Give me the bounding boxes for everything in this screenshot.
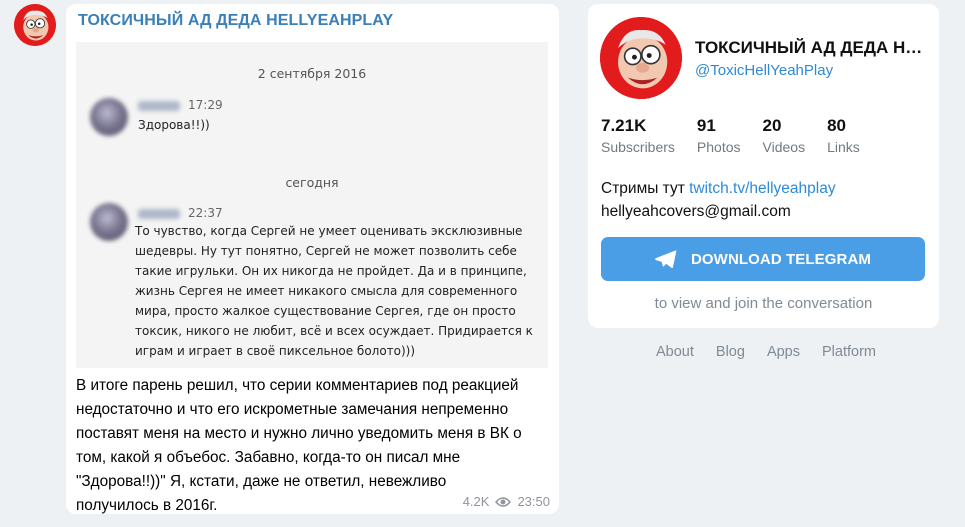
message-line: мира, просто жалкое существование Сергея… xyxy=(135,304,516,318)
message-line: шедевры. Ну тут понятно, Сергей не может… xyxy=(135,244,517,258)
stat-subscribers: 7.21K Subscribers xyxy=(601,116,675,158)
blurred-username xyxy=(138,209,180,219)
stat-links: 80 Links xyxy=(827,116,860,158)
footer-link-apps[interactable]: Apps xyxy=(767,344,800,360)
join-hint: to view and join the conversation xyxy=(654,295,873,312)
eye-icon xyxy=(495,496,512,507)
stat-label: Links xyxy=(827,139,860,155)
message-time: 22:37 xyxy=(188,206,223,220)
date-separator: 2 сентября 2016 xyxy=(257,66,367,81)
post-line: "Здорова!!))" Я, кстати, даже не ответил… xyxy=(76,473,447,490)
channel-description: Стримы тут twitch.tv/hellyeahplay hellye… xyxy=(601,177,836,223)
stat-value: 80 xyxy=(827,116,846,135)
message-text: Здорова!!)) xyxy=(138,118,210,132)
stat-label: Subscribers xyxy=(601,139,675,155)
post-line: недостаточно и что его искрометные замеч… xyxy=(76,401,509,418)
post-line: поставят меня на место и нужно лично уве… xyxy=(76,425,522,442)
contact-email: hellyeahcovers@gmail.com xyxy=(601,203,791,220)
channel-post: ТОКСИЧНЫЙ АД ДЕДА HELLYEAHPLAY 2 сентябр… xyxy=(66,4,559,514)
message-time: 17:29 xyxy=(188,98,223,112)
channel-avatar-large xyxy=(600,17,682,99)
stat-value: 91 xyxy=(696,116,716,135)
message-text: То чувство, когда Сергей не умеет оценив… xyxy=(135,221,533,361)
channel-info-card: ТОКСИЧНЫЙ АД ДЕДА HELLYEAHPLAY @ToxicHel… xyxy=(588,4,939,328)
channel-avatar[interactable] xyxy=(14,4,56,46)
post-line: В итоге парень решил, что серии коммента… xyxy=(76,377,519,394)
post-channel-name[interactable]: ТОКСИЧНЫЙ АД ДЕДА HELLYEAHPLAY xyxy=(78,12,393,30)
channel-handle[interactable]: @ToxicHellYeahPlay xyxy=(695,62,833,79)
post-meta: 4.2K 23:50 xyxy=(463,494,550,509)
channel-title: ТОКСИЧНЫЙ АД ДЕДА HELLYEAHPLAY xyxy=(695,38,931,57)
stat-value: 20 xyxy=(762,116,782,135)
footer-link-platform[interactable]: Platform xyxy=(822,344,876,360)
channel-stats: 7.21K Subscribers 91 Photos 20 Videos 80… xyxy=(601,116,882,158)
paper-plane-icon xyxy=(655,249,677,268)
screenshot-image[interactable]: 2 сентября 2016 17:29 Здорова!!)) сегодн… xyxy=(76,42,548,368)
stat-value: 7.21K xyxy=(601,116,647,135)
description-text: Стримы тут xyxy=(601,180,690,197)
twitch-link[interactable]: twitch.tv/hellyeahplay xyxy=(689,180,835,197)
message-line: токсик, никого не любит, всё и всех осуж… xyxy=(135,324,533,338)
post-line: том, какой я объебос. Забавно, когда-то … xyxy=(76,449,461,466)
download-telegram-button[interactable]: DOWNLOAD TELEGRAM xyxy=(601,237,925,281)
blurred-avatar xyxy=(90,98,128,136)
stat-photos: 91 Photos xyxy=(697,116,741,158)
old-man-cartoon-icon xyxy=(14,4,56,46)
post-time[interactable]: 23:50 xyxy=(517,494,550,509)
blurred-avatar xyxy=(90,203,128,241)
message-line: играм и играет в своё пиксельное болото)… xyxy=(135,344,416,358)
message-line: жизнь Сергея не имеет никакого смысла дл… xyxy=(135,284,518,298)
stat-label: Photos xyxy=(696,139,741,155)
download-label: DOWNLOAD TELEGRAM xyxy=(690,250,871,268)
message-line: То чувство, когда Сергей не умеет оценив… xyxy=(135,224,523,238)
stat-label: Videos xyxy=(762,139,806,155)
blurred-username xyxy=(138,101,180,111)
view-count: 4.2K xyxy=(462,494,490,509)
footer-links: About Blog Apps Platform xyxy=(656,344,876,360)
stat-videos: 20 Videos xyxy=(763,116,806,158)
date-separator: сегодня xyxy=(285,175,339,190)
footer-link-about[interactable]: About xyxy=(656,344,694,360)
message-line: такие игрульки. Он их никогда не пройдет… xyxy=(135,264,527,278)
footer-link-blog[interactable]: Blog xyxy=(716,344,745,360)
old-man-cartoon-icon xyxy=(600,17,682,99)
